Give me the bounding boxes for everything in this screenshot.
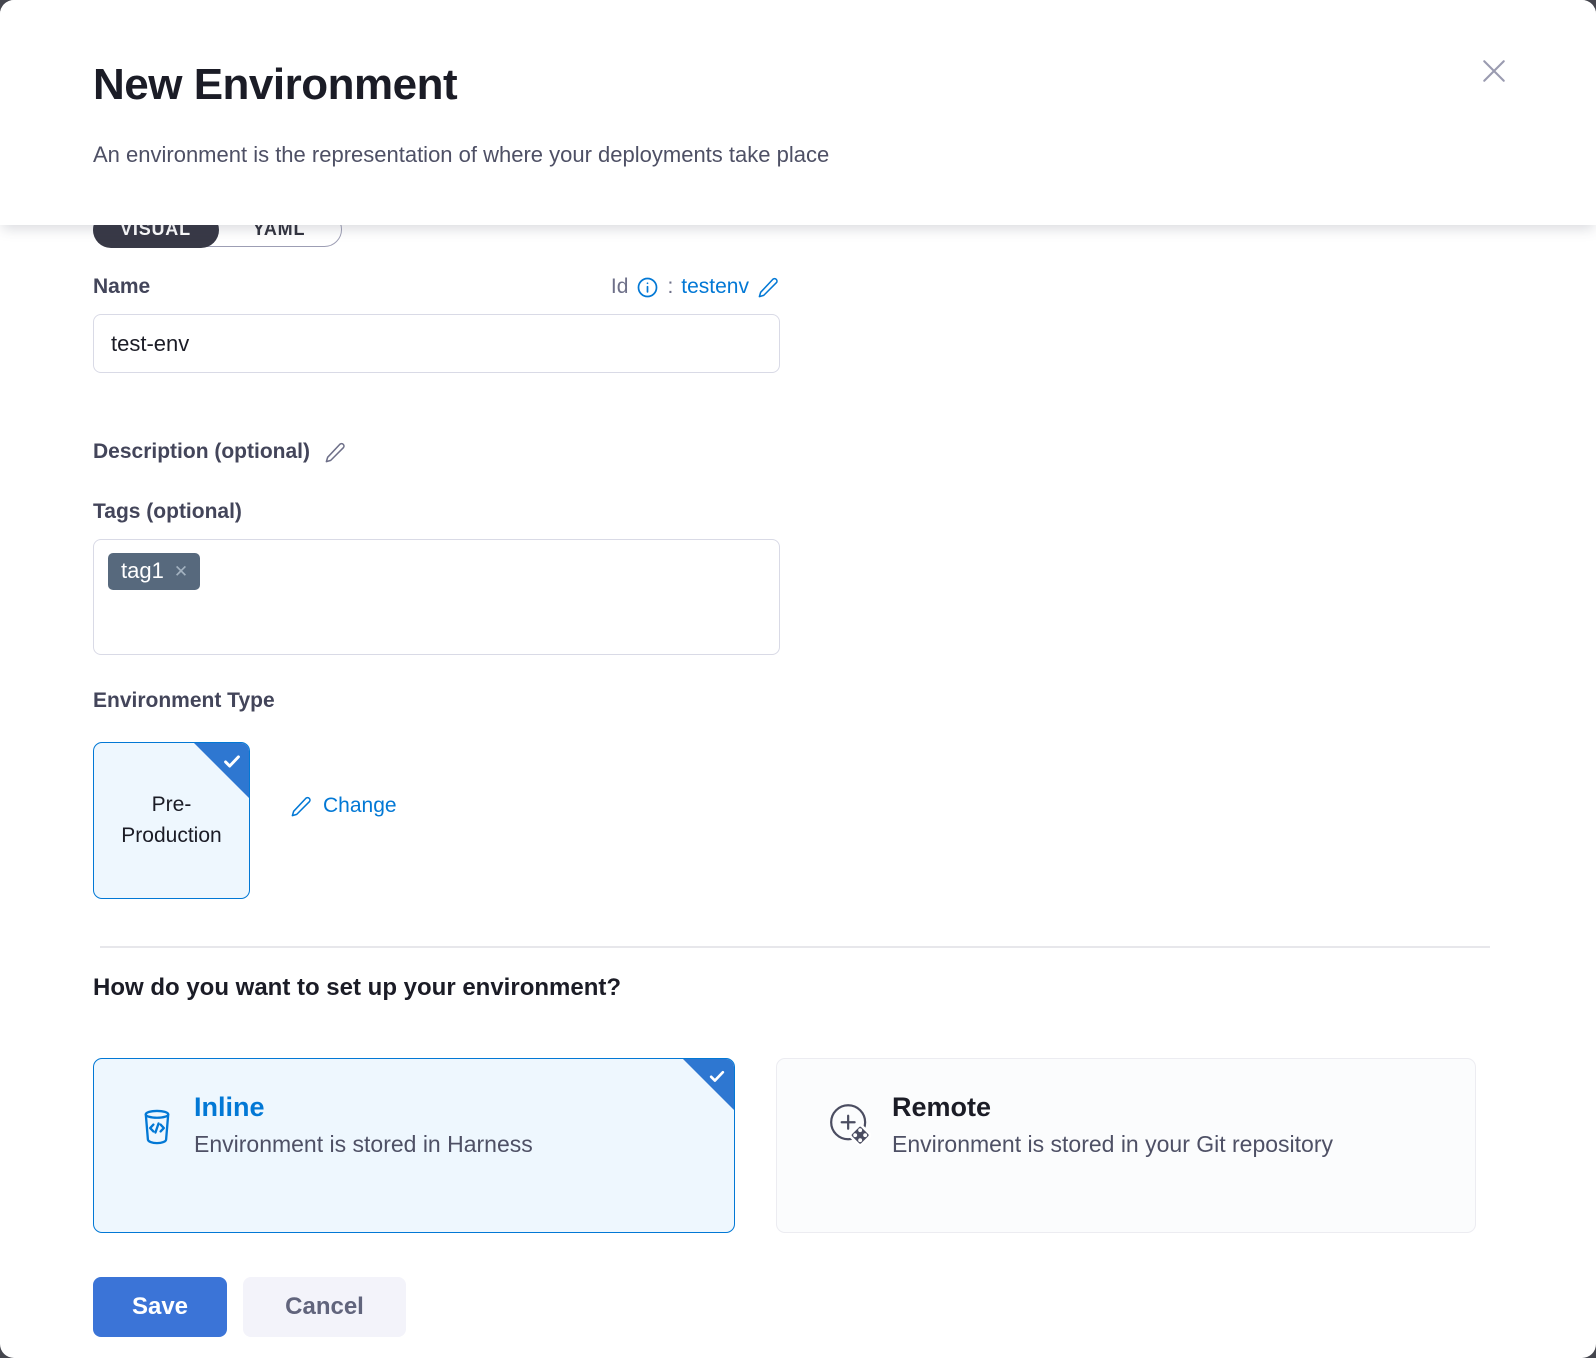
setup-option-description: Environment is stored in your Git reposi… [892, 1127, 1333, 1161]
setup-option-title: Inline [194, 1089, 533, 1125]
environment-type-card-preproduction[interactable]: Pre-Production [93, 742, 250, 899]
setup-option-inline[interactable]: Inline Environment is stored in Harness [93, 1058, 735, 1233]
edit-id-button[interactable] [757, 276, 780, 299]
tag-chip: tag1 ✕ [108, 553, 200, 590]
id-info-button[interactable] [636, 276, 659, 299]
check-icon [221, 750, 243, 772]
id-separator: : [667, 275, 673, 299]
info-icon [636, 276, 659, 299]
change-link-label: Change [323, 794, 397, 818]
edit-pencil-icon [757, 276, 780, 299]
dialog-subtitle: An environment is the representation of … [93, 142, 829, 168]
setup-heading: How do you want to set up your environme… [93, 974, 1503, 1002]
edit-pencil-icon [290, 795, 313, 818]
tag-chip-label: tag1 [121, 558, 164, 584]
id-label: Id [611, 275, 629, 299]
id-value[interactable]: testenv [681, 275, 749, 299]
inline-harness-icon [138, 1105, 176, 1152]
new-environment-dialog: New Environment An environment is the re… [0, 0, 1596, 1358]
cancel-button[interactable]: Cancel [243, 1277, 406, 1337]
setup-option-title: Remote [892, 1089, 1333, 1125]
dialog-actions: Save Cancel [93, 1277, 1503, 1337]
tag-remove-icon[interactable]: ✕ [174, 563, 188, 580]
setup-options-row: Inline Environment is stored in Harness [93, 1058, 1503, 1233]
page-title: New Environment [93, 60, 457, 110]
setup-option-text: Inline Environment is stored in Harness [194, 1089, 533, 1161]
id-row: Id : testenv [611, 275, 780, 299]
section-divider [100, 946, 1490, 948]
environment-type-card-label: Pre-Production [118, 790, 225, 851]
remote-git-icon [826, 1099, 874, 1156]
close-button[interactable] [1476, 53, 1512, 89]
name-input[interactable] [93, 314, 780, 373]
close-icon [1476, 53, 1512, 89]
edit-pencil-icon [324, 441, 347, 464]
name-label: Name [93, 275, 150, 299]
setup-option-remote[interactable]: Remote Environment is stored in your Git… [776, 1058, 1476, 1233]
environment-type-row: Pre-Production Change [93, 742, 1503, 899]
name-row: Name Id : testenv [93, 272, 780, 302]
description-row: Description (optional) [93, 437, 1503, 467]
description-label: Description (optional) [93, 440, 310, 464]
setup-option-text: Remote Environment is stored in your Git… [892, 1089, 1333, 1161]
tags-input[interactable]: tag1 ✕ [93, 539, 780, 655]
edit-description-button[interactable] [324, 441, 347, 464]
setup-option-description: Environment is stored in Harness [194, 1127, 533, 1161]
tags-label: Tags (optional) [93, 500, 1503, 528]
check-icon [707, 1066, 727, 1086]
dialog-header: New Environment An environment is the re… [0, 0, 1596, 225]
change-environment-type-link[interactable]: Change [290, 794, 397, 818]
save-button[interactable]: Save [93, 1277, 227, 1337]
environment-type-label: Environment Type [93, 689, 1503, 717]
